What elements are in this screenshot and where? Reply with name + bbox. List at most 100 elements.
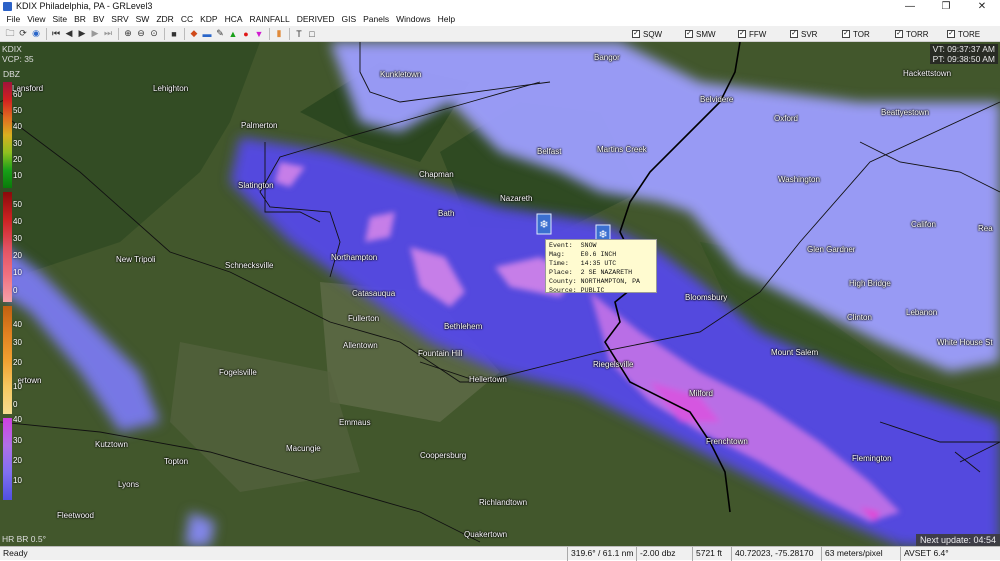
city-label: Kutztown: [95, 440, 128, 449]
maximize-icon[interactable]: ❐: [928, 0, 964, 13]
city-label: Lehighton: [153, 84, 189, 93]
valid-time: VT: 09:37:37 AM: [932, 44, 995, 54]
city-label: Coopersburg: [420, 451, 467, 460]
status-height: 5721 ft: [692, 547, 722, 561]
color-scale-bot: [3, 306, 12, 414]
triangle-icon[interactable]: ▲: [227, 28, 239, 40]
site-id: KDIX: [2, 44, 22, 54]
scale-tick: 60: [13, 90, 22, 99]
city-label: Califon: [911, 220, 936, 229]
city-label: Rea: [978, 224, 993, 233]
warning-toggle-ffw[interactable]: ✓ FFW: [738, 26, 766, 42]
target-icon[interactable]: ●: [240, 28, 252, 40]
city-label: Lyons: [118, 480, 140, 489]
menu-bv[interactable]: BV: [89, 13, 107, 26]
city-label: White House St: [937, 338, 993, 347]
warning-toggle-tore[interactable]: ✓ TORE: [947, 26, 980, 42]
menu-kdp[interactable]: KDP: [197, 13, 221, 26]
city-label: Martins Creek: [597, 145, 647, 154]
menu-br[interactable]: BR: [71, 13, 90, 26]
menu-gis[interactable]: GIS: [338, 13, 360, 26]
menu-view[interactable]: View: [24, 13, 49, 26]
menu-site[interactable]: Site: [49, 13, 71, 26]
window-title: KDIX Philadelphia, PA - GRLevel3: [16, 1, 153, 11]
menu-zdr[interactable]: ZDR: [153, 13, 177, 26]
open-icon[interactable]: 🗀: [4, 28, 16, 40]
status-az-range: 319.6° / 61.1 nm: [567, 547, 633, 561]
city-label: Fogelsville: [219, 368, 257, 377]
zoom-reset-icon[interactable]: ⊙: [148, 28, 160, 40]
snow-report-marker[interactable]: ❄: [536, 213, 552, 235]
warning-toggle-sqw[interactable]: ✓ SQW: [632, 26, 662, 42]
menu-bar: File View Site BR BV SRV SW ZDR CC KDP H…: [0, 13, 1000, 26]
city-label: Topton: [164, 457, 189, 466]
title-bar: KDIX Philadelphia, PA - GRLevel3 — ❐ ✕: [0, 0, 1000, 13]
status-bar: Ready 319.6° / 61.1 nm -2.00 dbz 5721 ft…: [0, 546, 1000, 561]
text-icon[interactable]: T: [293, 28, 305, 40]
warning-toggle-tor[interactable]: ✓ TOR: [842, 26, 870, 42]
scale-tick: 20: [13, 358, 22, 367]
menu-windows[interactable]: Windows: [393, 13, 434, 26]
product-label: HR BR 0.5°: [2, 534, 47, 544]
city-label: Frenchtown: [706, 437, 748, 446]
palette-icon[interactable]: ◆: [188, 28, 200, 40]
city-label: Macungie: [286, 444, 321, 453]
down-triangle-icon[interactable]: ▼: [253, 28, 265, 40]
zoom-out-icon[interactable]: ⊖: [135, 28, 147, 40]
city-label: Schnecksville: [225, 261, 274, 270]
city-label: Fleetwood: [57, 511, 94, 520]
layers-icon[interactable]: ▬: [201, 28, 213, 40]
city-label: Chapman: [419, 170, 454, 179]
color-scale-mid: [3, 192, 12, 302]
play-icon[interactable]: ▶: [76, 28, 88, 40]
city-label: Flemington: [852, 454, 892, 463]
menu-cc[interactable]: CC: [177, 13, 196, 26]
marker-icon[interactable]: ▮: [273, 28, 285, 40]
city-label: Allentown: [343, 341, 378, 350]
next-frame-icon[interactable]: ▶: [89, 28, 101, 40]
next-update-timer: Next update: 04:54: [915, 534, 1000, 546]
menu-panels[interactable]: Panels: [360, 13, 393, 26]
box-icon[interactable]: □: [306, 28, 318, 40]
scale-tick: 0: [13, 400, 18, 409]
app-icon: [3, 2, 12, 11]
zoom-in-icon[interactable]: ⊕: [122, 28, 134, 40]
scale-tick: 10: [13, 171, 22, 180]
last-frame-icon[interactable]: ⏭: [102, 28, 114, 40]
refresh-icon[interactable]: ⟳: [17, 28, 29, 40]
city-label: New Tripoli: [116, 255, 156, 264]
globe-icon[interactable]: ◉: [30, 28, 42, 40]
menu-help[interactable]: Help: [434, 13, 458, 26]
scale-tick: 30: [13, 139, 22, 148]
city-label: Hellertown: [469, 375, 507, 384]
color-scale-top: [3, 82, 12, 188]
toolbar-separator: [289, 27, 290, 40]
time-panel: VT: 09:37:37 AM PT: 09:38:50 AM: [929, 44, 998, 64]
minimize-icon[interactable]: —: [892, 0, 928, 13]
stop-icon[interactable]: ■: [168, 28, 180, 40]
menu-sw[interactable]: SW: [132, 13, 153, 26]
city-label: Riegelsville: [593, 360, 634, 369]
warning-toggle-svr[interactable]: ✓ SVR: [790, 26, 817, 42]
menu-srv[interactable]: SRV: [108, 13, 132, 26]
first-frame-icon[interactable]: ⏮: [50, 28, 62, 40]
probe-icon[interactable]: ✎: [214, 28, 226, 40]
city-label: Belfast: [537, 147, 562, 156]
menu-hca[interactable]: HCA: [221, 13, 246, 26]
menu-rainfall[interactable]: RAINFALL: [246, 13, 293, 26]
city-label: Bethlehem: [444, 322, 483, 331]
prev-frame-icon[interactable]: ◀: [63, 28, 75, 40]
warning-toggle-smw[interactable]: ✓ SMW: [685, 26, 716, 42]
city-label: Richlandtown: [479, 498, 528, 507]
scale-tick: 50: [13, 106, 22, 115]
city-label: Glen Gardner: [807, 245, 856, 254]
close-icon[interactable]: ✕: [964, 0, 1000, 13]
radar-map[interactable]: ❄ ❄ Bangor Hackettstown Kunkletown Lehig…: [0, 42, 1000, 546]
status-value: -2.00 dbz: [636, 547, 675, 561]
menu-file[interactable]: File: [3, 13, 24, 26]
scale-tick: 40: [13, 122, 22, 131]
toolbar: 🗀 ⟳ ◉ ⏮ ◀ ▶ ▶ ⏭ ⊕ ⊖ ⊙ ■ ◆ ▬ ✎ ▲ ● ▼ ▮ T …: [0, 26, 1000, 42]
menu-derived[interactable]: DERIVED: [293, 13, 338, 26]
city-label: Kunkletown: [380, 70, 422, 79]
warning-toggle-torr[interactable]: ✓ TORR: [895, 26, 929, 42]
